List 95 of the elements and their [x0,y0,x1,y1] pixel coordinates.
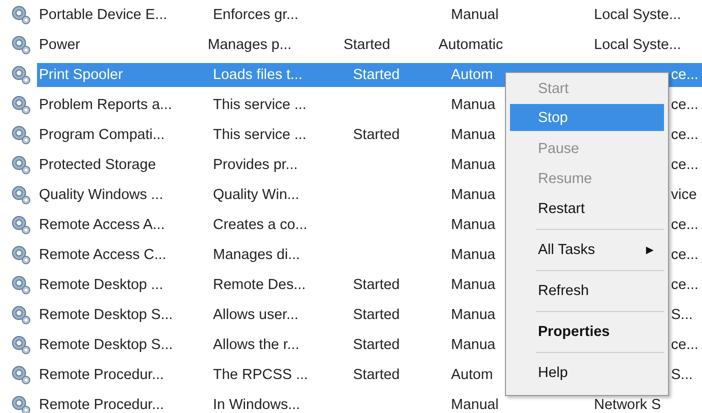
service-status: Started [353,277,400,293]
log-on-as: S... [671,307,693,323]
service-name: Program Compati... [39,127,166,143]
service-description: The RPCSS ... [213,367,310,383]
gear-icon [11,35,31,55]
gear-icon [11,5,31,25]
log-on-as: ce... [671,247,698,263]
startup-type: Manua [451,187,496,203]
gear-icon [11,125,31,145]
service-row[interactable]: Program Compati... This service ... Started Manua [37,123,503,147]
service-row[interactable]: Remote Desktop S... Allows the r... Started Manua [37,333,503,357]
service-description: In Windows... [213,397,302,413]
service-name: Problem Reports a... [39,97,173,113]
service-name: Remote Procedur... [39,397,165,413]
service-name: Remote Access A... [39,217,166,233]
startup-type: Manua [451,337,496,353]
service-description: This service ... [213,97,308,113]
service-description: Manages di... [213,247,302,263]
service-description: Provides pr... [213,157,299,173]
startup-type: Autom [451,67,493,83]
gear-icon [11,155,31,175]
service-description: Remote Des... [213,277,307,293]
startup-type: Manua [451,157,496,173]
service-description: Enforces gr... [213,7,300,23]
service-row[interactable]: Power Manages p... Started Automatic [37,33,503,57]
log-on-as: ce... [671,217,698,233]
log-on-as: Network S [594,397,661,413]
log-on-as: ce... [671,97,698,113]
service-description: This service ... [213,127,308,143]
service-row[interactable]: Remote Access A... Creates a co... Manua [37,213,503,237]
log-on-as: ce... [671,337,698,353]
service-row[interactable]: Remote Access C... Manages di... Manua [37,243,503,267]
startup-type: Manua [451,277,496,293]
menu-item[interactable]: Help [510,358,664,388]
gear-icon [11,305,31,325]
service-row[interactable]: Problem Reports a... This service ... Manua [37,93,503,117]
log-on-as: ce... [671,67,698,83]
service-status: Started [353,127,400,143]
service-name: Remote Desktop S... [39,337,174,353]
gear-icon [11,335,31,355]
service-status: Started [353,367,400,383]
service-row[interactable]: Remote Desktop S... Allows user... Started Manua [37,303,503,327]
startup-type: Manua [451,217,496,233]
startup-type: Manua [451,127,496,143]
gear-icon [11,65,31,85]
startup-type: Manua [451,307,496,323]
service-row[interactable]: Portable Device E... Enforces gr... Manual [37,3,503,27]
log-on-as: ce... [671,157,698,173]
service-status: Started [353,337,400,353]
menu-item[interactable]: Restart [510,194,664,224]
log-on-as: ce... [671,277,698,293]
service-description: Loads files t... [213,67,304,83]
service-description: Allows the r... [213,337,300,353]
gear-icon [11,185,31,205]
gear-icon [11,215,31,235]
submenu-arrow-icon: ▶ [646,244,654,256]
log-on-as: vice [671,187,697,203]
service-name: Print Spooler [39,67,124,83]
service-status: Started [353,307,400,323]
service-description: Manages p... [208,37,293,53]
service-name: Remote Access C... [39,247,168,263]
startup-type: Manual [451,7,499,23]
gear-icon [11,365,31,385]
service-status: Started [343,37,390,53]
gear-icon [11,245,31,265]
log-on-as: Local Syste... [594,37,682,53]
startup-type: Autom [451,367,493,383]
gear-icon [11,275,31,295]
menu-item[interactable]: Refresh [510,276,664,306]
service-row[interactable]: Quality Windows ... Quality Win... Manua [37,183,503,207]
service-description: Quality Win... [213,187,300,203]
service-name: Remote Procedur... [39,367,165,383]
service-row[interactable]: Remote Procedur... The RPCSS ... Started Autom [37,363,503,387]
startup-type: Manua [451,97,496,113]
log-on-as: Local Syste... [594,7,682,23]
gear-icon [11,95,31,115]
startup-type: Manua [451,247,496,263]
log-on-as: ce... [671,127,698,143]
service-name: Quality Windows ... [39,187,164,203]
startup-type: Automatic [438,37,503,53]
service-row[interactable]: Protected Storage Provides pr... Manua [37,153,503,177]
startup-type: Manual [451,397,499,413]
menu-item[interactable]: All Tasks ▶ [510,235,664,265]
service-name: Remote Desktop S... [39,307,174,323]
service-row[interactable]: Remote Procedur... In Windows... Manual [37,393,503,413]
menu-item[interactable]: Properties [510,317,664,347]
service-name: Remote Desktop ... [39,277,164,293]
service-name: Portable Device E... [39,7,168,23]
service-description: Creates a co... [213,217,308,233]
service-description: Allows user... [213,307,300,323]
service-row[interactable]: Remote Desktop ... Remote Des... Started Manua [37,273,503,297]
log-on-as: S... [671,367,693,383]
service-name: Power [39,37,82,53]
service-name: Protected Storage [39,157,157,173]
service-status: Started [353,67,400,83]
